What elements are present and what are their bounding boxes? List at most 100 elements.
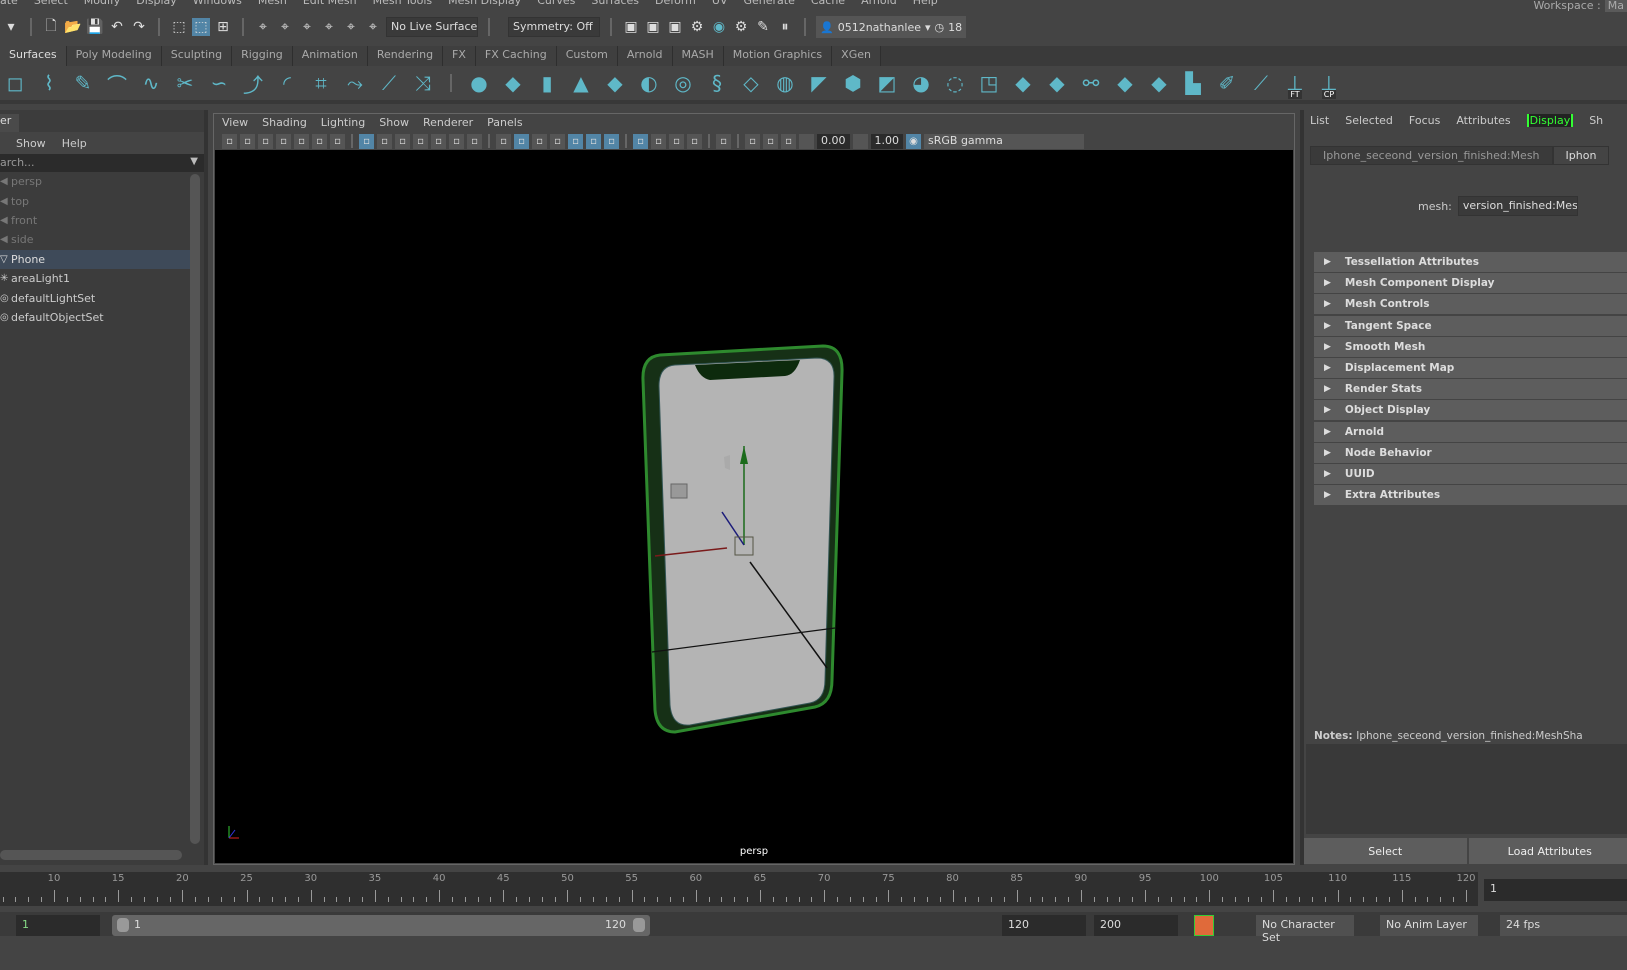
attach-surface-icon[interactable]: ◆ [1112,70,1138,96]
render-frame-icon[interactable]: ▣ [644,18,662,36]
ae-menu-focus[interactable]: Focus [1409,114,1440,127]
symmetry-dropdown[interactable]: Symmetry: Off [508,17,600,37]
tab-custom[interactable]: Custom [556,46,618,66]
notes-textarea[interactable] [1306,744,1627,834]
ae-menu-display[interactable]: Display [1526,114,1574,127]
exposure-icon[interactable] [799,133,814,149]
menu-curves[interactable]: Curves [537,0,575,8]
outliner-scrollbar[interactable] [190,174,200,844]
viewport-menu-view[interactable]: View [222,116,248,129]
align-icon[interactable]: ▙ [1180,70,1206,96]
mesh-name-field[interactable]: version_finished:MeshS [1457,196,1578,216]
outliner-item-areaLight1[interactable]: ✳ areaLight1 [0,269,194,288]
boundary-icon[interactable]: ⬢ [840,70,866,96]
open-scene-icon[interactable]: 📂 [64,18,82,36]
user-account[interactable]: 👤 0512nathanlee ▾ ◷ 18 [816,16,967,38]
menu-select[interactable]: Select [34,0,68,8]
shadows-icon[interactable]: ▫ [604,133,619,149]
screen-space-ao-icon[interactable]: ▫ [633,133,648,149]
current-frame-field[interactable]: 1 [1484,879,1627,901]
intersect-icon[interactable]: ◌ [942,70,968,96]
section-mesh-component-display[interactable]: ▶ Mesh Component Display [1314,273,1627,294]
menu-set-dropdown-icon[interactable]: ▾ [2,18,20,36]
depth-of-field-icon[interactable]: ▫ [687,133,702,149]
isolate-select-icon[interactable]: ▫ [716,133,731,149]
tab-mash[interactable]: MASH [672,46,724,66]
section-node-behavior[interactable]: ▶ Node Behavior [1314,442,1627,463]
tab-fx[interactable]: FX [443,46,476,66]
safe-title-icon[interactable]: ▫ [467,133,482,149]
bevel-icon[interactable]: ◕ [908,70,934,96]
menu-arnold[interactable]: Arnold [861,0,897,8]
cube-icon[interactable]: ◆ [500,70,526,96]
menu-deform[interactable]: Deform [655,0,696,8]
color-management-toggle-icon[interactable]: ◉ [906,133,921,149]
menu-ate[interactable]: ate [0,0,18,8]
section-tessellation-attributes[interactable]: ▶ Tessellation Attributes [1314,252,1627,272]
end-frame-field[interactable]: 120 [1002,915,1086,936]
wireframe-icon[interactable]: ▫ [496,133,511,149]
snap-point-icon[interactable]: ⌖ [298,18,316,36]
workspace-selector[interactable]: Workspace : Ma [1529,0,1627,12]
live-surface-field[interactable]: No Live Surface [386,17,478,37]
film-gate-icon[interactable]: ▫ [377,133,392,149]
extend-icon[interactable]: ⟋ [376,70,402,96]
section-displacement-map[interactable]: ▶ Displacement Map [1314,357,1627,378]
loft-icon[interactable]: § [704,70,730,96]
ep-curve-icon[interactable]: ✎ [70,70,96,96]
ae-menu-selected[interactable]: Selected [1345,114,1393,127]
anim-layer-dropdown[interactable]: No Anim Layer [1380,915,1478,936]
outliner-search-input[interactable]: arch... ▼ [0,154,204,172]
multisample-icon[interactable]: ▫ [669,133,684,149]
camera-icon[interactable]: ▫ [222,133,237,149]
snap-pivot-icon[interactable]: ⌖ [364,18,382,36]
wireframe-on-shaded-icon[interactable]: ▫ [550,133,565,149]
load-attributes-button[interactable]: Load Attributes [1468,838,1627,864]
tab-sculpting[interactable]: Sculpting [161,46,233,66]
bezier-icon[interactable]: ⌒ [104,70,130,97]
tab-poly-modeling[interactable]: Poly Modeling [66,46,162,66]
menu-edit-mesh[interactable]: Edit Mesh [303,0,357,8]
cv-curve-icon[interactable]: ⌇ [36,70,62,96]
tab-rigging[interactable]: Rigging [232,46,293,66]
ft-icon[interactable]: ⊥ FT [1282,70,1308,99]
cylinder-icon[interactable]: ▮ [534,70,560,96]
smooth-shade-icon[interactable]: ▫ [514,133,529,149]
grid-icon[interactable]: ▫ [359,133,374,149]
outliner-item-Phone[interactable]: ▽ Phone [0,249,194,269]
cone-icon[interactable]: ▲ [568,70,594,96]
outliner-item-side[interactable]: ◀ side [0,230,194,249]
new-scene-icon[interactable]: 🗋 [42,18,60,36]
section-smooth-mesh[interactable]: ▶ Smooth Mesh [1314,336,1627,357]
tab-animation[interactable]: Animation [292,46,368,66]
motion-blur-icon[interactable]: ▫ [651,133,666,149]
persp-viewport[interactable]: persp [215,150,1293,863]
detach-surface-icon[interactable]: ◆ [1146,70,1172,96]
max-frame-field[interactable]: 200 [1094,915,1178,936]
exposure-field[interactable]: 0.00 [817,133,850,149]
2d-pan-icon[interactable]: ▫ [312,133,327,149]
pause-icon[interactable]: ⏸ [776,18,794,36]
snap-curve-icon[interactable]: ⌖ [276,18,294,36]
ae-menu-sh[interactable]: Sh [1589,114,1603,127]
snap-grid-icon[interactable]: ⌖ [254,18,272,36]
resolution-gate-icon[interactable]: ▫ [395,133,410,149]
search-dropdown-icon[interactable]: ▼ [190,156,198,167]
character-set-dropdown[interactable]: No Character Set [1256,915,1354,944]
section-extra-attributes[interactable]: ▶ Extra Attributes [1314,485,1627,506]
ae-menu-list[interactable]: List [1310,114,1329,127]
menu-generate[interactable]: Generate [743,0,794,8]
tab-shape-node[interactable]: Iphon [1552,146,1610,165]
viewport-menu-panels[interactable]: Panels [487,116,522,129]
sculpt-icon[interactable]: ✐ [1214,70,1240,96]
circle-arc-icon[interactable]: ◜ [274,70,300,96]
section-render-stats[interactable]: ▶ Render Stats [1314,379,1627,400]
detach-icon[interactable]: ⤳ [342,70,368,96]
outliner-item-top[interactable]: ◀ top [0,191,194,210]
redo-icon[interactable]: ↷ [130,18,148,36]
curve2-icon[interactable]: ⤴ [240,70,266,97]
xray-joints-icon[interactable]: ▫ [745,133,760,149]
viewport-menu-show[interactable]: Show [379,116,409,129]
cut-curve-icon[interactable]: ✂ [172,70,198,96]
save-scene-icon[interactable]: 💾 [86,18,104,36]
